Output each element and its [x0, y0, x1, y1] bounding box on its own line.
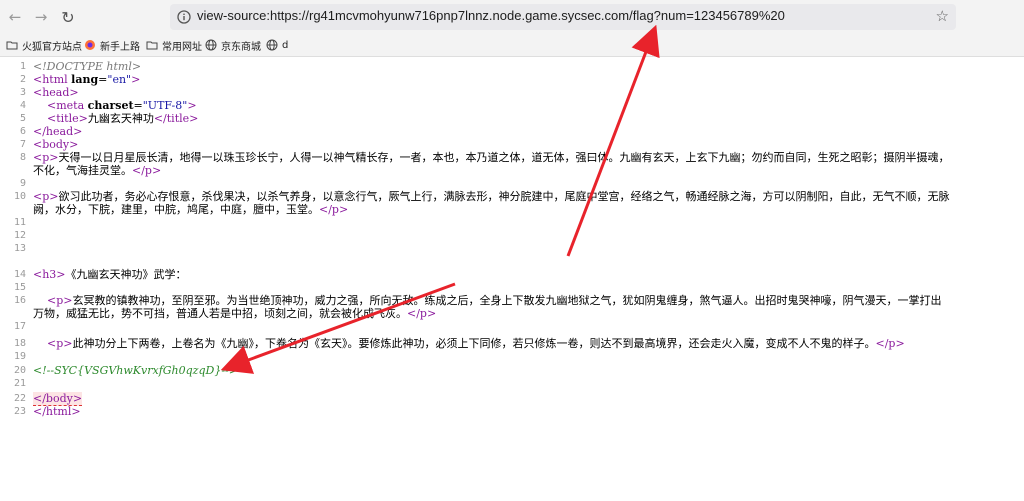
paragraph-text: 玄冥教的镇教神功，至阴至邪。为当世绝顶神功，威力之强，所向无敌。练成之后，全身上…: [72, 294, 942, 307]
line-number: 11: [13, 217, 26, 228]
line-number: 16: [13, 295, 26, 306]
line-number: 22: [13, 393, 26, 404]
doctype: <!DOCTYPE html>: [33, 60, 142, 73]
line-number: 21: [13, 378, 26, 389]
line-number: 20: [13, 365, 26, 376]
line-number: 15: [13, 282, 26, 293]
bookmark-label: 常用网址: [162, 41, 202, 53]
paragraph-text: 天得一以日月星辰长清，地得一以珠玉珍长宁，人得一以神气精长存，一者，本也，本乃道…: [58, 151, 950, 164]
body-open-tag: <body>: [33, 138, 79, 151]
p-close-tag: </p>: [407, 307, 437, 320]
url-text[interactable]: view-source:https://rg41mcvmohyunw716pnp…: [197, 8, 785, 23]
arrow-right-icon: →: [34, 8, 48, 26]
body-close-tag: </body>: [33, 392, 83, 406]
bookmark-label: 京东商城: [221, 41, 261, 53]
star-icon[interactable]: ☆: [936, 7, 949, 25]
attr-name: lang: [71, 73, 99, 86]
attr-value: "en": [107, 73, 132, 86]
attr-value: "UTF-8": [142, 99, 188, 112]
line-number: 12: [13, 230, 26, 241]
bookmark-firefox-official[interactable]: 火狐官方站点: [6, 37, 82, 53]
p-close-tag: </p>: [132, 164, 162, 177]
bookmarks-bar: 火狐官方站点 新手上路 常用网址 京东商城 d: [0, 34, 1024, 57]
reload-icon: ↻: [61, 7, 75, 27]
line-number: 17: [13, 321, 26, 332]
bookmark-label: d: [282, 39, 289, 51]
h3-open-tag: <h3>: [33, 268, 66, 281]
line-number: 3: [19, 87, 26, 98]
line-number: 6: [19, 126, 26, 137]
line-number: 8: [19, 152, 26, 163]
bookmark-jd-mall[interactable]: 京东商城: [205, 37, 261, 53]
firefox-icon: [85, 40, 95, 50]
title-open-tag: <title>: [47, 112, 88, 125]
folder-icon: [146, 41, 158, 50]
title-close-tag: </title>: [153, 112, 199, 125]
line-number: 19: [13, 351, 26, 362]
head-close-tag: </head>: [33, 125, 83, 138]
line-number: 9: [19, 178, 26, 189]
paragraph-text: 此神功分上下两卷，上卷名为《九幽》，下卷名为《玄天》。要修炼此神功，必须上下同修…: [72, 337, 876, 350]
paragraph-text: 欲习此功者，务必心存恨意，杀伐果决，以杀气养身，以意念行气，厥气上行，满脉去形，…: [58, 190, 950, 203]
flag-comment: <!--SYC{VSGVhwKvrxfGh0qzqD}-->: [33, 364, 238, 377]
line-number: 18: [13, 338, 26, 349]
bookmark-common-sites[interactable]: 常用网址: [146, 37, 202, 53]
p-open-tag: <p>: [33, 151, 59, 164]
line-number: 4: [19, 100, 26, 111]
attr-name: charset: [87, 99, 134, 112]
arrow-left-icon: ←: [8, 8, 22, 26]
paragraph-text: 万物，威猛无比，势不可挡，普通人若是中招，顷刻之间，就会被化成飞灰。: [33, 307, 407, 320]
line-number: 13: [13, 243, 26, 254]
head-open-tag: <head>: [33, 86, 79, 99]
p-open-tag: <p>: [33, 190, 59, 203]
globe-icon: [266, 39, 278, 51]
html-open-tag: <html: [33, 73, 68, 86]
title-text: 九幽玄天神功: [87, 112, 154, 125]
p-open-tag: <p>: [47, 294, 73, 307]
browser-toolbar: ← → ↻ view-source:https://rg41mcvmohyunw…: [0, 0, 1024, 34]
p-close-tag: </p>: [875, 337, 905, 350]
site-info-icon[interactable]: [176, 9, 192, 25]
bookmark-label: 火狐官方站点: [22, 41, 82, 53]
address-bar[interactable]: view-source:https://rg41mcvmohyunw716pnp…: [170, 4, 956, 30]
line-number: 1: [19, 61, 26, 72]
paragraph-text: 阙，水分，下脘，建里，中脘，鸠尾，中庭，膻中，玉堂。: [33, 203, 319, 216]
bookmark-label: 新手上路: [100, 41, 140, 53]
line-number: 5: [19, 113, 26, 124]
bookmark-d[interactable]: d: [266, 37, 288, 53]
line-number: 10: [13, 191, 26, 202]
forward-button[interactable]: →: [30, 6, 52, 28]
back-button[interactable]: ←: [4, 6, 26, 28]
folder-icon: [6, 41, 18, 50]
line-number: 23: [13, 406, 26, 417]
bookmark-getting-started[interactable]: 新手上路: [84, 37, 140, 53]
p-open-tag: <p>: [47, 337, 73, 350]
view-source-content: 1 <!DOCTYPE html> 2 <html lang="en"> 3 <hea…: [0, 58, 1024, 501]
paragraph-text: 不化，气海挂灵堂。: [33, 164, 132, 177]
meta-tag: <meta: [47, 99, 85, 112]
line-number: 2: [19, 74, 26, 85]
line-number: 7: [19, 139, 26, 150]
heading-text: 《九幽玄天神功》武学：: [65, 268, 187, 281]
html-close-tag: </html>: [33, 405, 81, 418]
p-close-tag: </p>: [319, 203, 349, 216]
line-number: 14: [13, 269, 26, 280]
globe-icon: [205, 39, 217, 51]
reload-button[interactable]: ↻: [57, 6, 79, 28]
